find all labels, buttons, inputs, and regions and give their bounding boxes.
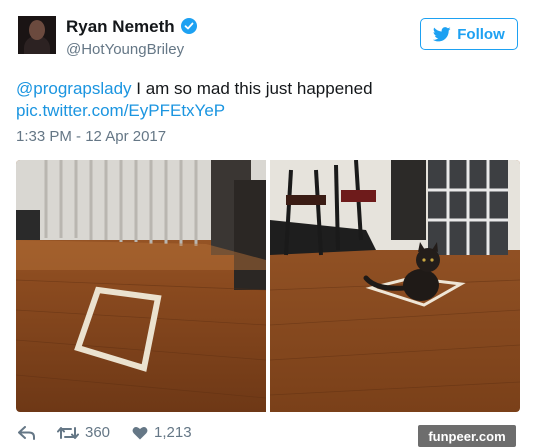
watermark: funpeer.com xyxy=(418,425,516,447)
like-action[interactable]: 1,213 xyxy=(132,424,192,441)
tweet-body: I am so mad this just happened xyxy=(131,79,373,98)
author-handle[interactable]: @HotYoungBriley xyxy=(66,41,184,58)
tweet-actions: 360 1,213 xyxy=(18,424,214,441)
retweet-action[interactable]: 360 xyxy=(57,424,110,441)
mention-link[interactable]: @prograpslady xyxy=(16,79,132,98)
follow-label: Follow xyxy=(457,25,505,43)
media-link[interactable]: pic.twitter.com/EyPFEtxYeP xyxy=(16,101,225,120)
reply-icon xyxy=(18,425,35,440)
photo-right[interactable] xyxy=(269,160,520,412)
tweet-photos[interactable] xyxy=(16,160,520,412)
author-name[interactable]: Ryan Nemeth xyxy=(66,17,197,37)
like-count: 1,213 xyxy=(154,424,192,441)
twitter-bird-icon xyxy=(433,26,451,41)
avatar[interactable] xyxy=(18,16,56,54)
timestamp[interactable]: 1:33 PM - 12 Apr 2017 xyxy=(16,128,166,145)
heart-icon xyxy=(132,426,148,439)
follow-button[interactable]: Follow xyxy=(420,18,518,50)
retweet-count: 360 xyxy=(85,424,111,441)
reply-action[interactable] xyxy=(18,425,35,440)
author-name-text: Ryan Nemeth xyxy=(66,17,175,36)
tweet-text: @prograpslady I am so mad this just happ… xyxy=(16,78,516,122)
photo-left[interactable] xyxy=(16,160,267,412)
retweet-icon xyxy=(57,426,79,439)
avatar-head xyxy=(29,20,45,40)
verified-badge-icon xyxy=(180,18,197,34)
